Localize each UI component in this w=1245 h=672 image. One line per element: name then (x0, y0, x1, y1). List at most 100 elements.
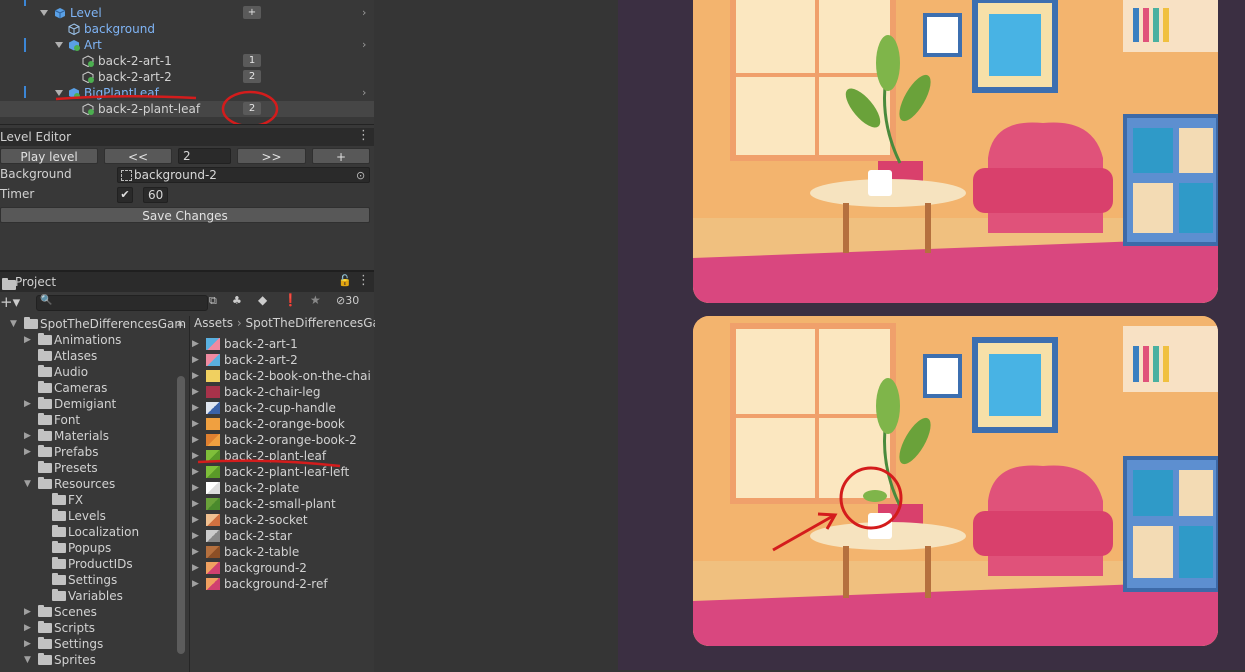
folder-icon (52, 573, 66, 585)
folder-icon (38, 365, 52, 377)
timer-value-field[interactable]: 60 (143, 187, 168, 203)
project-tab-bar: Project 🔓 ⋮ (0, 272, 374, 292)
expand-arrow-icon[interactable]: ▼ (24, 476, 31, 492)
folder-label: Resources (54, 477, 116, 491)
folder-icon (38, 637, 52, 649)
object-picker-icon[interactable]: ⊙ (356, 168, 365, 183)
folder-label: Materials (54, 429, 110, 443)
folder-label: Scenes (54, 605, 97, 619)
level-editor-tab[interactable]: Level Editor ⋮ (0, 128, 374, 146)
folder-label: Variables (68, 589, 123, 603)
folder-tree: ▲ ▼ SpotTheDifferencesGam ▶ Animations Atlas… (0, 316, 187, 672)
folder-label: Localization (68, 525, 140, 539)
folder-icon (38, 349, 52, 361)
favorite-star-icon[interactable]: ★ (310, 293, 321, 307)
folder-icon (38, 429, 52, 441)
folder-label: Animations (54, 333, 122, 347)
red-underline-annotation (197, 459, 341, 468)
hidden-packages-icon[interactable]: ⊘30 (336, 294, 359, 307)
next-level-button[interactable]: >> (237, 148, 306, 164)
timer-label: Timer (0, 187, 35, 201)
folder-icon (38, 461, 52, 473)
folder-icon (52, 589, 66, 601)
folder-label: Popups (68, 541, 112, 555)
folder-icon (52, 557, 66, 569)
collapse-arrow-icon[interactable]: ▶ (24, 620, 31, 636)
folder-label: Atlases (54, 349, 98, 363)
hidden-count: 30 (345, 294, 360, 307)
folder-icon (2, 278, 16, 290)
folder-icon (38, 621, 52, 633)
folder-label: Cameras (54, 381, 108, 395)
level-number-field[interactable]: 2 (178, 148, 231, 164)
expand-arrow-icon[interactable]: ▼ (10, 316, 17, 332)
red-circle-annotation (221, 90, 279, 124)
folder-icon (52, 541, 66, 553)
collapse-arrow-icon[interactable]: ▶ (24, 604, 31, 620)
folder-label: Settings (68, 573, 118, 587)
folder-label: FX (68, 493, 84, 507)
folder-label: Scripts (54, 621, 96, 635)
folder-label: Audio (54, 365, 89, 379)
folder-icon (38, 333, 52, 345)
folder-icon (38, 381, 52, 393)
folder-label: Font (54, 413, 81, 427)
folder-label: Prefabs (54, 445, 99, 459)
folder-icon (38, 605, 52, 617)
original-scene-image[interactable] (693, 0, 1218, 303)
search-icon: 🔍 (40, 295, 53, 306)
collapse-arrow-icon[interactable]: ▶ (24, 396, 31, 412)
expand-arrow-icon[interactable]: ▼ (24, 652, 31, 668)
asset-list: Assets › SpotTheDifferencesGa ▶ back-2-ar… (189, 316, 375, 672)
timer-checkbox[interactable]: ✔ (117, 187, 133, 203)
folder-label: Settings (54, 637, 104, 651)
tree-scrollbar[interactable] (177, 376, 185, 654)
background-object-field[interactable]: background-2 ⊙ (117, 167, 370, 183)
previous-level-button[interactable]: << (104, 148, 172, 164)
folder-icon (38, 653, 52, 665)
search-window-icon[interactable]: ⧉ (209, 294, 217, 308)
project-panel: Project 🔓 ⋮ +▾ 🔍 ⧉ ♣ ◆ ❗ ★ ⊘30 ▲ ▼ SpotTh… (0, 270, 375, 672)
folder-label: Demigiant (54, 397, 117, 411)
folder-label: ProductIDs (68, 557, 133, 571)
add-level-button[interactable]: + (312, 148, 370, 164)
collapse-arrow-icon[interactable]: ▶ (24, 332, 31, 348)
label-tag-icon[interactable]: ◆ (258, 293, 267, 307)
folder-icon (52, 493, 66, 505)
play-level-button[interactable]: Play level (0, 148, 98, 164)
panel-title[interactable]: Project (15, 275, 56, 289)
folder-icon (24, 317, 38, 329)
search-input[interactable]: 🔍 (36, 295, 208, 311)
sprite-icon (121, 170, 132, 181)
project-toolbar: +▾ 🔍 ⧉ ♣ ◆ ❗ ★ ⊘30 (0, 292, 374, 314)
collapse-arrow-icon[interactable]: ▶ (24, 444, 31, 460)
collapse-arrow-icon[interactable]: ▶ (24, 428, 31, 444)
folder-icon (38, 445, 52, 457)
lock-icon[interactable]: 🔓 (338, 274, 352, 287)
create-plus-icon[interactable]: +▾ (0, 293, 20, 311)
folder-label: Sprites (54, 653, 96, 667)
annotation-overlay (55, 90, 279, 124)
collapse-arrow-icon[interactable]: ▶ (24, 636, 31, 652)
background-value: background-2 (134, 168, 217, 182)
difference-scene-image[interactable] (693, 316, 1218, 646)
folder-label: Levels (68, 509, 106, 523)
folder-icon (38, 413, 52, 425)
warning-icon[interactable]: ❗ (283, 293, 298, 307)
save-changes-button[interactable]: Save Changes (0, 207, 370, 223)
annotation-overlay (197, 459, 341, 468)
folder-icon (52, 525, 66, 537)
folder-label: SpotTheDifferencesGam (40, 317, 187, 331)
folder-label: Presets (54, 461, 98, 475)
background-label: Background (0, 167, 72, 181)
red-underline-annotation (55, 94, 197, 101)
hierarchy-panel: Level + › background Art › back-2-art-1 … (0, 0, 374, 124)
more-options-icon[interactable]: ⋮ (357, 273, 370, 288)
folder-icon (52, 509, 66, 521)
folder-icon (38, 477, 52, 489)
filter-type-icon[interactable]: ♣ (232, 294, 242, 307)
more-options-icon[interactable]: ⋮ (357, 128, 370, 143)
folder-icon (38, 397, 52, 409)
level-editor-panel: Level Editor ⋮ Play level << 2 >> + Back… (0, 124, 374, 271)
panel-title: Level Editor (0, 130, 72, 144)
